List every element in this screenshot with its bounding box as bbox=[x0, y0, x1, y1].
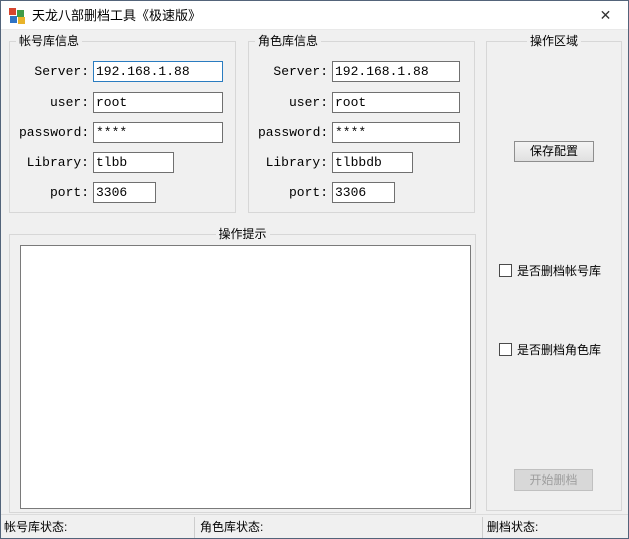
role-server-label: Server: bbox=[258, 61, 328, 82]
close-icon[interactable]: ✕ bbox=[583, 1, 628, 30]
start-delete-button[interactable]: 开始删档 bbox=[514, 469, 593, 491]
group-operation-area-title: 操作区域 bbox=[527, 34, 581, 48]
status-account-db: 帐号库状态: bbox=[4, 515, 67, 539]
role-library-input[interactable] bbox=[332, 152, 413, 173]
role-library-label: Library: bbox=[258, 152, 328, 173]
app-window: 天龙八部删档工具《极速版》 ✕ 帐号库信息 Server: user: pass… bbox=[0, 0, 629, 539]
checkbox-delete-account-box[interactable] bbox=[499, 264, 512, 277]
account-server-label: Server: bbox=[19, 61, 89, 82]
tips-output-panel[interactable] bbox=[20, 245, 471, 509]
account-library-input[interactable] bbox=[93, 152, 174, 173]
account-password-input[interactable] bbox=[93, 122, 223, 143]
group-account-db-title: 帐号库信息 bbox=[16, 34, 82, 48]
role-user-input[interactable] bbox=[332, 92, 460, 113]
role-port-input[interactable] bbox=[332, 182, 395, 203]
role-user-label: user: bbox=[258, 92, 328, 113]
window-title: 天龙八部删档工具《极速版》 bbox=[32, 1, 201, 30]
checkbox-delete-role-box[interactable] bbox=[499, 343, 512, 356]
account-user-label: user: bbox=[19, 92, 89, 113]
save-config-button[interactable]: 保存配置 bbox=[514, 141, 594, 162]
statusbar-divider bbox=[482, 517, 483, 538]
group-role-db-title: 角色库信息 bbox=[255, 34, 321, 48]
checkbox-delete-account-label: 是否删档帐号库 bbox=[517, 264, 601, 278]
checkbox-delete-account-row[interactable]: 是否删档帐号库 bbox=[499, 264, 619, 278]
status-delete: 删档状态: bbox=[487, 515, 538, 539]
account-port-input[interactable] bbox=[93, 182, 156, 203]
status-bar: 帐号库状态: 角色库状态: 删档状态: bbox=[1, 514, 628, 539]
account-user-input[interactable] bbox=[93, 92, 223, 113]
app-icon bbox=[9, 8, 25, 24]
role-port-label: port: bbox=[258, 182, 328, 203]
role-password-input[interactable] bbox=[332, 122, 460, 143]
checkbox-delete-role-label: 是否删档角色库 bbox=[517, 343, 601, 357]
account-server-input[interactable] bbox=[93, 61, 223, 82]
role-server-input[interactable] bbox=[332, 61, 460, 82]
account-library-label: Library: bbox=[19, 152, 89, 173]
status-role-db: 角色库状态: bbox=[200, 515, 263, 539]
role-password-label: password: bbox=[258, 122, 328, 143]
account-port-label: port: bbox=[19, 182, 89, 203]
titlebar: 天龙八部删档工具《极速版》 ✕ bbox=[1, 1, 628, 30]
account-password-label: password: bbox=[19, 122, 89, 143]
checkbox-delete-role-row[interactable]: 是否删档角色库 bbox=[499, 343, 619, 357]
group-tips: 操作提示 bbox=[9, 234, 476, 513]
group-tips-title: 操作提示 bbox=[215, 227, 269, 241]
statusbar-divider bbox=[194, 517, 195, 538]
